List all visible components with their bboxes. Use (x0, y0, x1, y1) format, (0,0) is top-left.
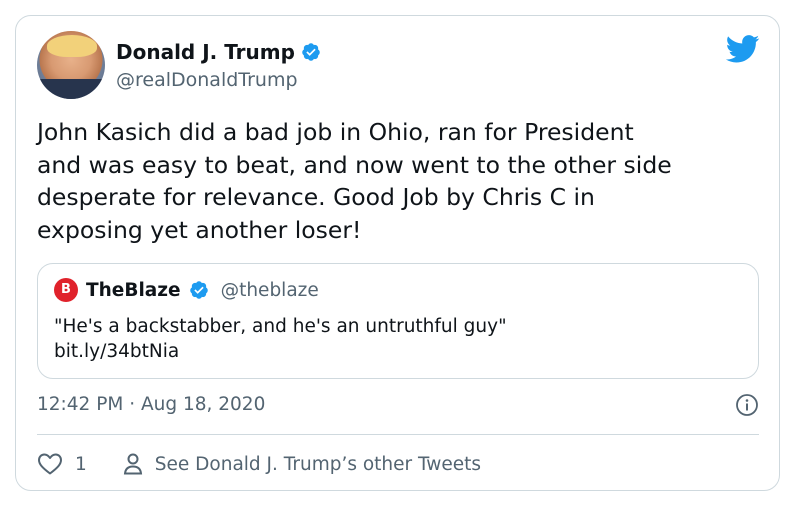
tweet-actions: 1 See Donald J. Trump’s other Tweets (37, 450, 481, 478)
other-tweets-label: See Donald J. Trump’s other Tweets (154, 453, 482, 475)
quoted-author-handle[interactable]: @theblaze (221, 280, 319, 301)
divider (37, 434, 759, 435)
like-count: 1 (75, 453, 87, 475)
like-button[interactable]: 1 (37, 452, 87, 476)
info-icon[interactable] (735, 393, 759, 417)
quoted-tweet-header: B TheBlaze @theblaze (54, 278, 319, 302)
verified-badge-icon (189, 281, 208, 299)
quoted-author-name[interactable]: TheBlaze (86, 280, 181, 301)
author-name-row[interactable]: Donald J. Trump (116, 40, 321, 64)
author-avatar[interactable] (37, 31, 105, 99)
quoted-tweet[interactable]: B TheBlaze @theblaze "He's a backstabber… (37, 263, 759, 379)
twitter-bird-icon[interactable] (726, 35, 760, 63)
avatar-hair (47, 35, 97, 57)
theblaze-logo-icon[interactable]: B (54, 278, 78, 302)
author-handle[interactable]: @realDonaldTrump (116, 68, 298, 92)
quoted-tweet-text: "He's a backstabber, and he's an untruth… (54, 316, 507, 362)
verified-badge-icon (302, 43, 320, 61)
author-name[interactable]: Donald J. Trump (116, 40, 295, 64)
person-icon (123, 453, 142, 475)
other-tweets-link[interactable]: See Donald J. Trump’s other Tweets (123, 452, 481, 476)
tweet-text: John Kasich did a bad job in Ohio, ran f… (37, 118, 672, 244)
avatar-suit (37, 79, 105, 99)
tweet-timestamp[interactable]: 12:42 PM · Aug 18, 2020 (37, 393, 265, 417)
heart-icon (38, 453, 62, 475)
tweet-card: Donald J. Trump @realDonaldTrump John Ka… (15, 15, 780, 491)
